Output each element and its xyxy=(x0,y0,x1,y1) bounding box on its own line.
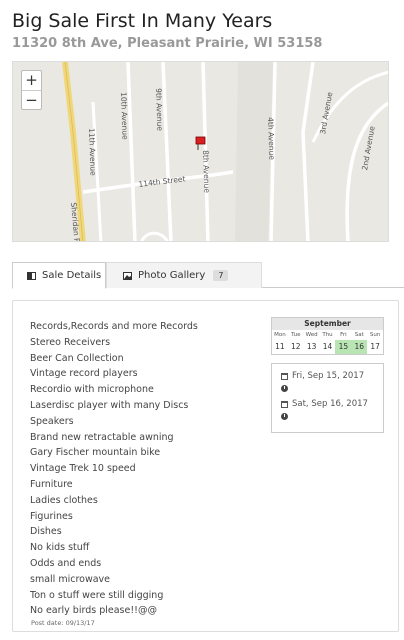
calendar-date: 14 xyxy=(322,342,333,351)
tab-bar: Sale Details Photo Gallery 7 xyxy=(12,262,404,289)
list-item: Odds and ends xyxy=(30,557,102,569)
street-label: 10th Avenue xyxy=(119,92,130,140)
sale-details-panel: Records,Records and more Records Stereo … xyxy=(12,300,399,632)
clock-icon xyxy=(281,385,288,392)
weekday: Sun xyxy=(369,332,381,338)
sale-time-line xyxy=(281,413,288,420)
zoom-in-button[interactable]: + xyxy=(22,71,41,90)
sale-date-line: Fri, Sep 15, 2017 xyxy=(281,371,364,381)
list-item: Dishes xyxy=(30,526,62,538)
list-item: Vintage record players xyxy=(30,368,138,380)
calendar-date: 17 xyxy=(370,342,380,351)
street-label: 8th Avenue xyxy=(201,150,212,194)
sale-date: Fri, Sep 15, 2017 xyxy=(292,371,365,381)
sale-address: 11320 8th Ave, Pleasant Prairie, WI 5315… xyxy=(12,36,323,51)
weekday: Thu xyxy=(322,332,333,338)
tab-photo-gallery[interactable]: Photo Gallery 7 xyxy=(106,262,262,288)
street-label: 4th Avenue xyxy=(266,117,277,161)
zoom-controls: + − xyxy=(21,70,42,110)
list-item: Figurines xyxy=(30,510,73,522)
tab-label: Sale Details xyxy=(42,270,102,281)
weekday: Fri xyxy=(340,332,347,338)
sale-date-line: Sat, Sep 16, 2017 xyxy=(281,399,368,409)
tab-sale-details[interactable]: Sale Details xyxy=(12,262,106,289)
list-item: Beer Can Collection xyxy=(30,352,124,364)
page-title: Big Sale First In Many Years xyxy=(12,10,273,32)
photo-icon xyxy=(123,271,132,280)
list-item: Furniture xyxy=(30,478,73,490)
calendar-weekdays: Mon Tue Wed Thu Fri Sat Sun xyxy=(272,330,383,340)
street-label: 11th Avenue xyxy=(87,128,98,176)
list-item: Laserdisc player with many Discs xyxy=(30,399,189,411)
calendar-icon xyxy=(281,372,288,380)
list-item: Speakers xyxy=(30,415,74,427)
list-item: No kids stuff xyxy=(30,542,90,554)
sale-dates-box: Fri, Sep 15, 2017 Sat, Sep 16, 2017 xyxy=(271,363,384,433)
zoom-out-button[interactable]: − xyxy=(22,90,41,109)
list-item: Stereo Receivers xyxy=(30,336,111,348)
calendar-icon xyxy=(281,400,288,408)
calendar-date: 11 xyxy=(275,342,285,351)
calendar-date-sale: 15 xyxy=(335,340,352,354)
item-list: Records,Records and more Records Stereo … xyxy=(30,319,198,619)
list-item: Recordio with microphone xyxy=(30,384,154,396)
tab-label: Photo Gallery xyxy=(138,270,206,281)
weekday: Wed xyxy=(305,332,318,338)
sale-date: Sat, Sep 16, 2017 xyxy=(292,399,368,409)
list-item: small microwave xyxy=(30,573,111,585)
photo-count-badge: 7 xyxy=(213,270,229,281)
list-item: Ladies clothes xyxy=(30,494,98,506)
clock-icon xyxy=(281,413,288,420)
list-item: Ton o stuff were still digging xyxy=(30,589,164,601)
list-item: Gary Fischer mountain bike xyxy=(30,447,161,459)
list-item: Vintage Trek 10 speed xyxy=(30,463,136,475)
list-item: Records,Records and more Records xyxy=(30,321,198,332)
calendar: September Mon Tue Wed Thu Fri Sat Sun 11… xyxy=(271,317,384,355)
post-date: Post date: 09/13/17 xyxy=(31,619,95,627)
image-icon xyxy=(27,271,36,280)
list-item: Brand new retractable awning xyxy=(30,431,174,443)
calendar-date: 13 xyxy=(306,342,317,351)
weekday: Mon xyxy=(274,332,286,338)
calendar-dates: 11 12 13 14 15 16 17 xyxy=(272,340,383,354)
street-label: 9th Avenue xyxy=(154,88,165,132)
calendar-date: 12 xyxy=(291,342,301,351)
map[interactable]: + − 10th Avenue 9th Avenue 11th Avenue 8… xyxy=(12,61,389,242)
calendar-date-sale: 16 xyxy=(351,340,368,354)
calendar-month: September xyxy=(272,318,383,330)
list-item: No early birds please!!@@ xyxy=(30,605,157,617)
weekday: Sat xyxy=(354,332,364,338)
sale-time-line xyxy=(281,385,288,392)
weekday: Tue xyxy=(291,332,301,338)
